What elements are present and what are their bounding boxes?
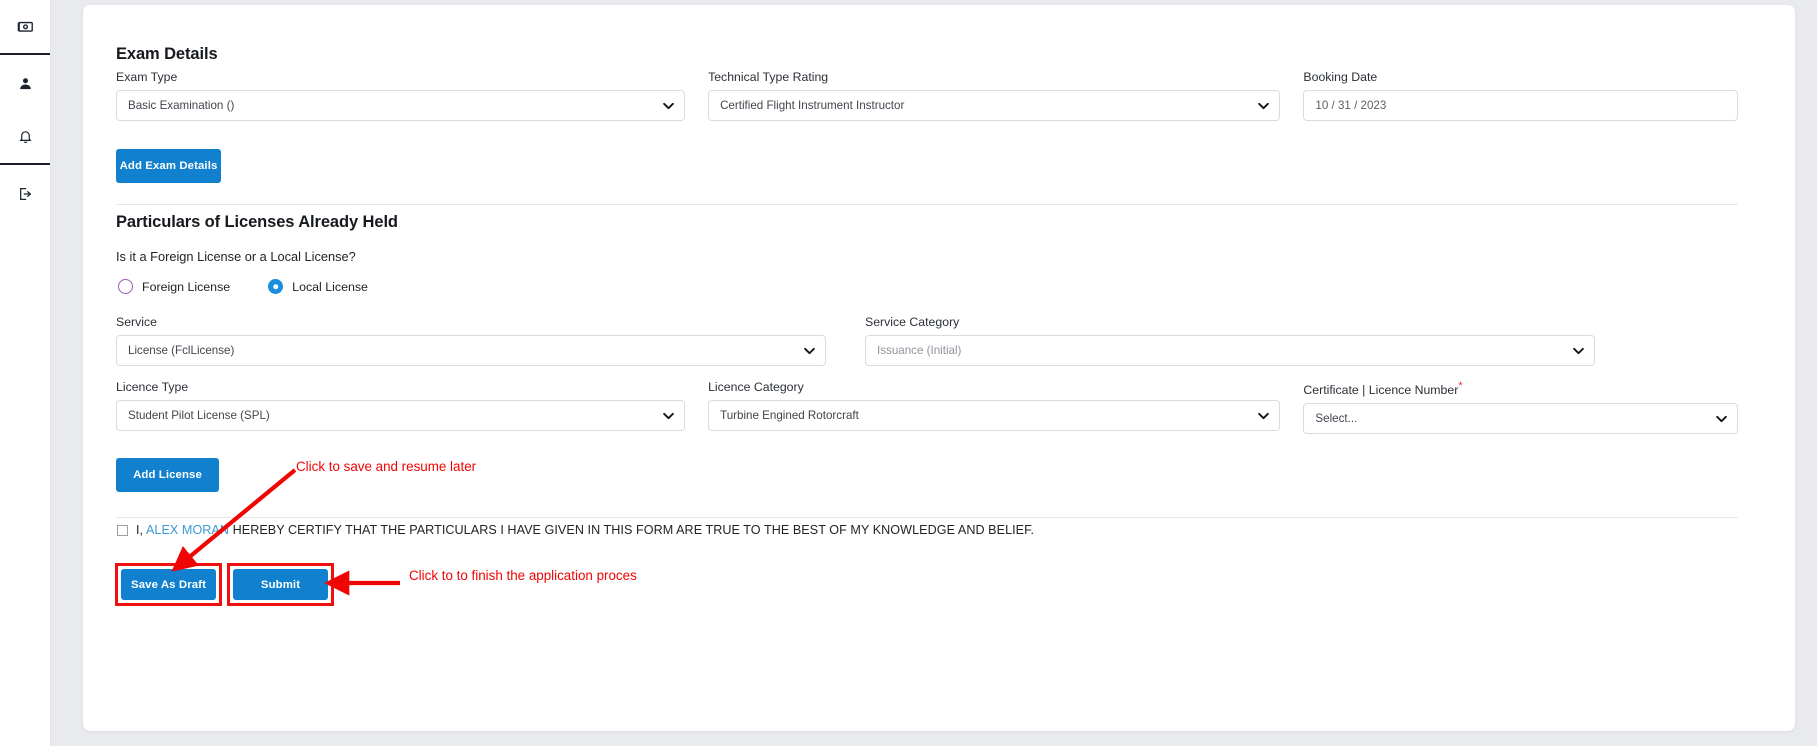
booking-date-value: 10 / 31 / 2023 [1315,99,1387,112]
technical-type-rating-select[interactable]: Certified Flight Instrument Instructor [708,90,1281,121]
sidebar-group-primary [0,0,50,55]
service-category-value: Issuance (Initial) [877,344,962,357]
chevron-down-icon [1573,344,1584,357]
technical-type-rating-field: Technical Type Rating Certified Flight I… [708,70,1281,121]
exam-type-select[interactable]: Basic Examination () [116,90,686,121]
bell-icon [18,129,33,144]
exam-type-field: Exam Type Basic Examination () [116,70,686,121]
annotation-save-draft-text: Click to save and resume later [296,459,477,474]
submit-button[interactable]: Submit [233,569,328,600]
service-field: Service License (FclLicense) [116,315,826,366]
service-select[interactable]: License (FclLicense) [116,335,826,366]
sidebar-item-applications[interactable] [0,0,50,53]
exam-type-value: Basic Examination () [128,99,235,112]
sidebar-group-session [0,167,50,220]
radio-foreign-license[interactable]: Foreign License [118,279,230,294]
certificate-number-label-text: Certificate | Licence Number [1303,383,1459,398]
chevron-down-icon [804,344,815,357]
certificate-number-select[interactable]: Select... [1303,403,1738,435]
form-page-card: Exam Details Exam Type Basic Examination… [83,5,1795,731]
declaration-prefix: I, [136,523,146,537]
add-exam-details-button[interactable]: Add Exam Details [116,149,221,183]
technical-type-rating-label: Technical Type Rating [708,70,829,84]
licence-category-label: Licence Category [708,380,804,394]
booking-date-input[interactable]: 10 / 31 / 2023 [1303,90,1738,121]
licence-type-value: Student Pilot License (SPL) [128,409,270,422]
declaration-row: I, ALEX MORAN HEREBY CERTIFY THAT THE PA… [117,523,1034,537]
logout-icon [17,186,33,202]
radio-unselected-icon [118,279,133,294]
declaration-checkbox[interactable] [117,524,128,536]
chevron-down-icon [663,409,674,422]
booking-date-label: Booking Date [1303,70,1378,84]
left-sidebar [0,0,51,746]
add-license-button[interactable]: Add License [116,458,219,492]
chevron-down-icon [1716,412,1727,425]
radio-selected-icon [268,279,284,294]
sidebar-item-notifications[interactable] [0,110,50,163]
exam-details-heading: Exam Details [116,45,218,63]
certificate-number-value: Select... [1315,412,1358,426]
divider-declaration [116,517,1738,518]
chevron-down-icon [1258,409,1270,422]
license-origin-question: Is it a Foreign License or a Local Licen… [116,249,356,264]
sidebar-group-secondary [0,57,50,165]
chevron-down-icon [1258,99,1270,112]
person-icon [18,76,33,91]
service-category-select[interactable]: Issuance (Initial) [865,335,1595,366]
licence-category-field: Licence Category Turbine Engined Rotorcr… [708,380,1281,434]
radio-local-license[interactable]: Local License [268,279,368,294]
service-value: License (FclLicense) [128,344,235,357]
licence-category-value: Turbine Engined Rotorcraft [720,409,859,422]
chevron-down-icon [663,99,674,112]
submit-highlight: Submit [227,563,334,606]
declaration-applicant-name: ALEX MORAN [145,523,230,537]
sidebar-item-logout[interactable] [0,167,50,220]
exam-details-row: Exam Type Basic Examination () Technical… [116,70,1738,121]
save-draft-highlight: Save As Draft [115,563,222,606]
certificate-number-field: Certificate | Licence Number* Select... [1303,380,1738,435]
service-category-label: Service Category [865,315,960,329]
licence-row: Licence Type Student Pilot License (SPL)… [116,380,1738,435]
service-category-field: Service Category Issuance (Initial) [865,315,1595,366]
licence-type-select[interactable]: Student Pilot License (SPL) [116,400,686,431]
form-actions: Save As Draft Submit [115,563,334,606]
service-label: Service [116,315,158,329]
licence-category-select[interactable]: Turbine Engined Rotorcraft [708,400,1281,431]
licenses-heading: Particulars of Licenses Already Held [116,213,398,231]
certificate-number-label: Certificate | Licence Number* [1303,380,1738,397]
booking-date-field: Booking Date 10 / 31 / 2023 [1303,70,1738,121]
licence-type-label: Licence Type [116,380,189,394]
save-as-draft-button[interactable]: Save As Draft [121,569,216,600]
technical-type-rating-value: Certified Flight Instrument Instructor [720,99,905,112]
declaration-text: I, ALEX MORAN HEREBY CERTIFY THAT THE PA… [136,523,1034,537]
radio-foreign-license-label: Foreign License [142,279,231,294]
id-card-icon [17,18,34,35]
license-origin-radio-group: Foreign License Local License [118,279,368,294]
declaration-suffix: HEREBY CERTIFY THAT THE PARTICULARS I HA… [229,523,1035,537]
required-asterisk: * [1458,380,1463,392]
service-row: Service License (FclLicense) Service Cat… [116,315,1738,366]
divider-exam-licenses [116,204,1738,205]
exam-type-label: Exam Type [116,70,178,84]
radio-local-license-label: Local License [292,279,368,294]
sidebar-item-profile[interactable] [0,57,50,110]
licence-type-field: Licence Type Student Pilot License (SPL) [116,380,686,434]
annotation-submit-text: Click to to finish the application proce… [409,568,637,583]
